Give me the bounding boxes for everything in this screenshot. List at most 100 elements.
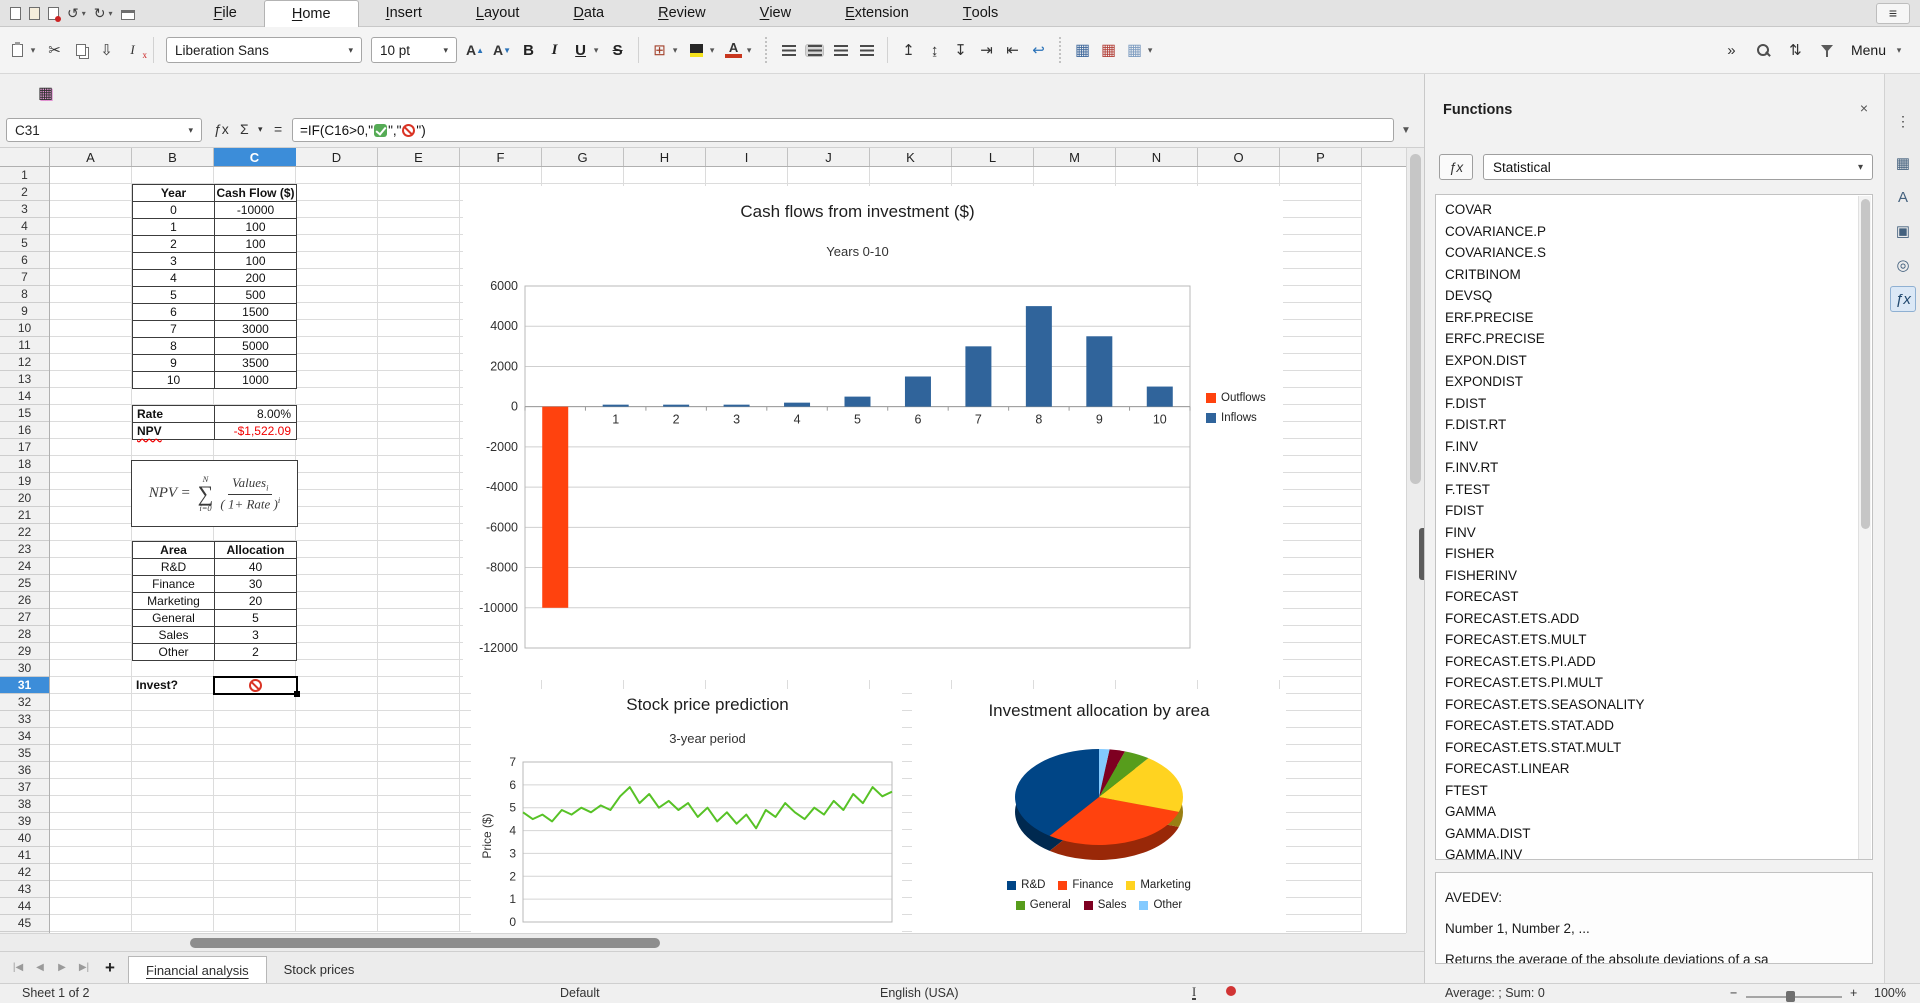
function-list-item[interactable]: FORECAST.ETS.PI.MULT: [1445, 672, 1854, 694]
function-list-item[interactable]: ERFC.PRECISE: [1445, 328, 1854, 350]
row-header-39[interactable]: 39: [0, 813, 49, 830]
table-cell[interactable]: 8.00%: [215, 406, 297, 423]
functions-deck-icon[interactable]: ƒx: [1890, 286, 1916, 312]
row-header-18[interactable]: 18: [0, 456, 49, 473]
align-left-icon[interactable]: [780, 45, 797, 56]
table-cell[interactable]: 2: [215, 644, 297, 661]
table-cell[interactable]: 3: [133, 253, 215, 270]
row-header-11[interactable]: 11: [0, 337, 49, 354]
column-header-B[interactable]: B: [132, 148, 214, 166]
chevron-down-icon[interactable]: ▾: [188, 125, 193, 136]
function-list-item[interactable]: FORECAST.ETS.SEASONALITY: [1445, 694, 1854, 716]
find-replace-icon[interactable]: [1755, 43, 1772, 58]
merge-dropdown-icon[interactable]: ▾: [1146, 45, 1154, 56]
borders-dropdown-icon[interactable]: ▾: [671, 45, 679, 56]
zoom-out-icon[interactable]: −: [1730, 986, 1737, 1000]
styles-deck-icon[interactable]: A: [1890, 184, 1916, 210]
equals-icon[interactable]: =: [274, 121, 282, 137]
table-cell[interactable]: Allocation: [215, 542, 297, 559]
row-header-1[interactable]: 1: [0, 167, 49, 184]
function-list-item[interactable]: EXPON.DIST: [1445, 350, 1854, 372]
function-list-item[interactable]: FINV: [1445, 522, 1854, 544]
formula-input[interactable]: =IF(C16>0,"",""): [292, 118, 1394, 142]
name-box[interactable]: C31 ▾: [6, 118, 202, 142]
function-list-item[interactable]: FORECAST.ETS.PI.ADD: [1445, 651, 1854, 673]
chevron-down-icon[interactable]: ▾: [1858, 162, 1863, 173]
center-vertically-icon[interactable]: ↨: [926, 42, 943, 59]
borders-icon[interactable]: ⊞: [651, 41, 668, 59]
paste-special-icon[interactable]: ⇩: [98, 41, 115, 59]
mini-sheet-icon[interactable]: ▦: [38, 83, 53, 103]
column-header-N[interactable]: N: [1116, 148, 1198, 166]
expand-formula-bar-icon[interactable]: ▼: [1401, 125, 1411, 136]
toolbar-overflow-icon[interactable]: »: [1723, 42, 1740, 59]
insert-mode-icon[interactable]: I: [1192, 986, 1196, 1000]
table-cell[interactable]: General: [133, 610, 215, 627]
clear-formatting-icon[interactable]: I: [124, 42, 141, 58]
row-header-34[interactable]: 34: [0, 728, 49, 745]
sidebar-settings-icon[interactable]: ⋮: [1890, 108, 1916, 134]
save-icon[interactable]: [48, 7, 59, 20]
row-header-35[interactable]: 35: [0, 745, 49, 762]
menu-tab-file[interactable]: File: [187, 0, 264, 27]
underline-icon[interactable]: U: [572, 42, 589, 59]
background-color-dropdown-icon[interactable]: ▾: [708, 45, 716, 56]
row-header-31[interactable]: 31: [0, 677, 49, 694]
column-header-I[interactable]: I: [706, 148, 788, 166]
row-header-22[interactable]: 22: [0, 524, 49, 541]
increase-indent-icon[interactable]: ⇥: [978, 41, 995, 59]
shrink-font-icon[interactable]: A▼: [493, 42, 511, 58]
cut-icon[interactable]: ✂: [46, 41, 63, 59]
function-list-item[interactable]: DEVSQ: [1445, 285, 1854, 307]
hamburger-menu-button[interactable]: ≡: [1876, 3, 1910, 24]
table-cell[interactable]: 100: [215, 219, 297, 236]
chevron-down-icon[interactable]: ▾: [443, 45, 448, 56]
menu-button[interactable]: Menu: [1851, 42, 1886, 58]
table-cell[interactable]: 1500: [215, 304, 297, 321]
column-header-D[interactable]: D: [296, 148, 378, 166]
decrease-indent-icon[interactable]: ⇤: [1004, 41, 1021, 59]
table-cell[interactable]: 100: [215, 236, 297, 253]
merge-center-icon[interactable]: ▦: [1126, 40, 1143, 60]
selection-handle[interactable]: [294, 691, 300, 697]
align-center-icon[interactable]: [806, 45, 823, 56]
pie-chart[interactable]: Investment allocation by areaR&DFinanceM…: [912, 689, 1286, 933]
table-cell[interactable]: 5: [215, 610, 297, 627]
column-header-L[interactable]: L: [952, 148, 1034, 166]
row-header-20[interactable]: 20: [0, 490, 49, 507]
table-cell[interactable]: 5: [133, 287, 215, 304]
menu-tab-layout[interactable]: Layout: [449, 0, 547, 27]
italic-icon[interactable]: I: [546, 42, 563, 59]
font-color-icon[interactable]: A: [725, 42, 742, 58]
function-list-item[interactable]: ERF.PRECISE: [1445, 307, 1854, 329]
column-header-O[interactable]: O: [1198, 148, 1280, 166]
paste-icon[interactable]: [9, 44, 26, 57]
open-document-icon[interactable]: [29, 7, 40, 20]
table-cell[interactable]: -$1,522.09: [215, 423, 297, 440]
function-list-item[interactable]: FORECAST.LINEAR: [1445, 758, 1854, 780]
function-list-item[interactable]: F.DIST.RT: [1445, 414, 1854, 436]
gallery-deck-icon[interactable]: ▣: [1890, 218, 1916, 244]
function-list-item[interactable]: FDIST: [1445, 500, 1854, 522]
table-cell[interactable]: 5000: [215, 338, 297, 355]
horizontal-scrollbar[interactable]: [0, 933, 1406, 951]
table-cell[interactable]: 7: [133, 321, 215, 338]
grow-font-icon[interactable]: A▲: [466, 42, 484, 58]
redo-dropdown-icon[interactable]: ▾: [108, 9, 112, 18]
function-list-item[interactable]: FORECAST.ETS.STAT.MULT: [1445, 737, 1854, 759]
row-header-43[interactable]: 43: [0, 881, 49, 898]
row-header-3[interactable]: 3: [0, 201, 49, 218]
row-header-25[interactable]: 25: [0, 575, 49, 592]
table-cell[interactable]: 30: [215, 576, 297, 593]
row-header-30[interactable]: 30: [0, 660, 49, 677]
next-sheet-icon[interactable]: ▶: [54, 962, 70, 973]
font-size-combobox[interactable]: 10 pt▾: [371, 37, 457, 63]
column-header-H[interactable]: H: [624, 148, 706, 166]
function-list-item[interactable]: FORECAST.ETS.STAT.ADD: [1445, 715, 1854, 737]
function-list-item[interactable]: FISHERINV: [1445, 565, 1854, 587]
vertical-scrollbar-thumb[interactable]: [1410, 154, 1421, 484]
row-header-24[interactable]: 24: [0, 558, 49, 575]
sum-dropdown-icon[interactable]: ▾: [258, 124, 263, 135]
row-header-27[interactable]: 27: [0, 609, 49, 626]
row-header-16[interactable]: 16: [0, 422, 49, 439]
